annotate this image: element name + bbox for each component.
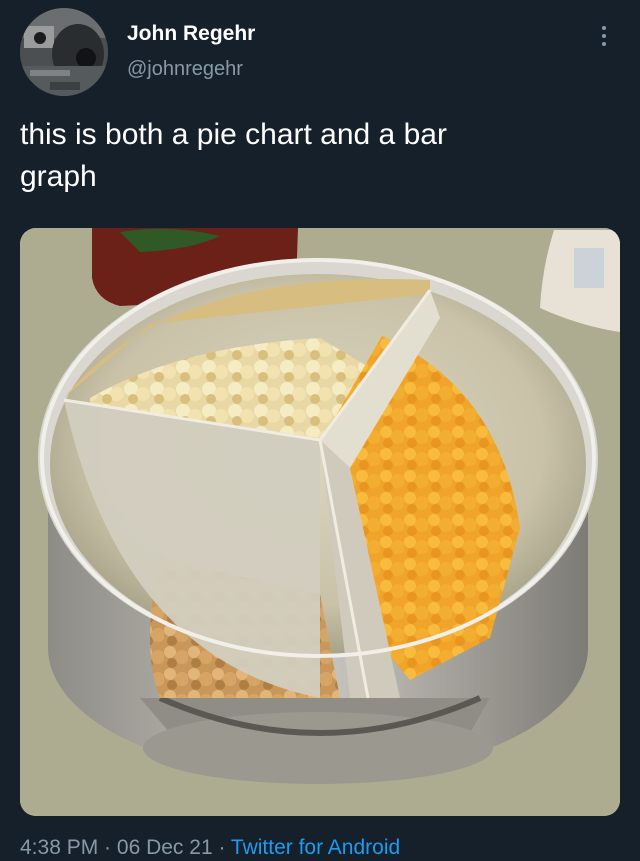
tweet-text: this is both a pie chart and a bar graph — [20, 118, 447, 193]
popcorn-tin-photo — [20, 228, 620, 816]
avatar-image — [20, 8, 108, 96]
meta-separator: · — [98, 836, 117, 859]
tweet-time[interactable]: 4:38 PM — [20, 836, 98, 859]
author-handle[interactable]: @johnregehr — [127, 58, 243, 81]
avatar[interactable] — [20, 8, 108, 96]
tweet-photo[interactable] — [20, 228, 620, 816]
meta-separator: · — [212, 836, 231, 859]
author-name[interactable]: John Regehr — [127, 22, 255, 46]
tweet-meta: 4:38 PM · 06 Dec 21 · Twitter for Androi… — [20, 836, 400, 860]
tweet-header: John Regehr @johnregehr — [0, 0, 640, 100]
tweet-source-link[interactable]: Twitter for Android — [231, 836, 400, 859]
more-vertical-icon[interactable] — [592, 22, 616, 50]
tweet-date[interactable]: 06 Dec 21 — [117, 836, 213, 859]
